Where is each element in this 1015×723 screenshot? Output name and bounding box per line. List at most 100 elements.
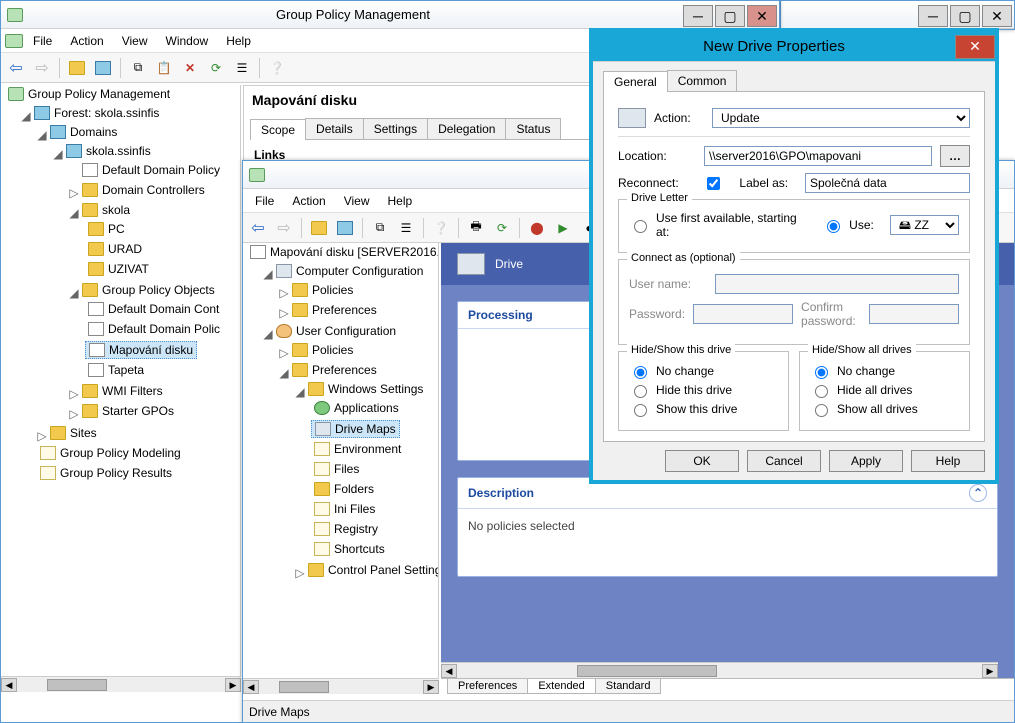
tab-scope[interactable]: Scope xyxy=(250,119,306,140)
gpe-print[interactable]: 🖶 xyxy=(465,217,487,239)
tree-mapdisk[interactable]: Mapování disku xyxy=(109,343,193,357)
ok-button[interactable]: OK xyxy=(665,450,739,472)
tree-pc[interactable]: PC xyxy=(108,222,125,236)
gpe-reg[interactable]: Registry xyxy=(334,522,378,536)
gpe-tree-scrollbar[interactable]: ◀ ▶ xyxy=(243,678,439,694)
bg-minimize-button[interactable]: ─ xyxy=(918,5,948,27)
dlg-tab-common[interactable]: Common xyxy=(667,70,738,91)
expander[interactable]: ◢ xyxy=(295,385,305,399)
action-select[interactable]: Update xyxy=(712,108,970,128)
gpe-files[interactable]: Files xyxy=(334,462,359,476)
labelas-input[interactable] xyxy=(805,173,970,193)
gpe-props[interactable] xyxy=(334,217,356,239)
forward-button[interactable]: ⇨ xyxy=(31,57,53,79)
reconnect-checkbox[interactable] xyxy=(707,177,720,190)
gpe-menu-file[interactable]: File xyxy=(247,192,282,210)
gpe-policies2[interactable]: Policies xyxy=(312,343,353,357)
tree-uzivat[interactable]: UZIVAT xyxy=(108,262,149,276)
tree-gpo[interactable]: Group Policy Objects xyxy=(102,283,215,297)
tree-ddp[interactable]: Default Domain Policy xyxy=(102,163,220,177)
toolbar-paste[interactable]: 📋 xyxy=(153,57,175,79)
nochange-this-radio[interactable] xyxy=(634,366,647,379)
gpe-help[interactable]: ❔ xyxy=(430,217,452,239)
expander[interactable]: ▷ xyxy=(279,306,289,320)
gpe-copy[interactable]: ⧉ xyxy=(369,217,391,239)
scroll-right[interactable]: ▶ xyxy=(225,678,241,692)
tree-wmi[interactable]: WMI Filters xyxy=(102,384,163,398)
tree-gpres[interactable]: Group Policy Results xyxy=(60,466,172,480)
tree-ddpol[interactable]: Default Domain Polic xyxy=(108,322,220,336)
use-first-radio[interactable] xyxy=(634,220,647,233)
tree-skola[interactable]: skola xyxy=(102,203,130,217)
tree-forest[interactable]: Forest: skola.ssinfis xyxy=(54,106,159,120)
gpe-root[interactable]: Mapování disku [SERVER2016.SK xyxy=(270,245,439,259)
gpe-up[interactable] xyxy=(308,217,330,239)
menu-file[interactable]: File xyxy=(25,32,60,50)
location-input[interactable] xyxy=(704,146,932,166)
hide-all-radio[interactable] xyxy=(815,385,828,398)
expander[interactable]: ◢ xyxy=(279,366,289,380)
menu-help[interactable]: Help xyxy=(218,32,259,50)
back-button[interactable]: ⇦ xyxy=(5,57,27,79)
tree-tapeta[interactable]: Tapeta xyxy=(108,363,144,377)
menu-window[interactable]: Window xyxy=(158,32,217,50)
scroll-left[interactable]: ◀ xyxy=(243,680,259,694)
gpe-ini[interactable]: Ini Files xyxy=(334,502,375,516)
gpe-menu-help[interactable]: Help xyxy=(380,192,421,210)
expander[interactable]: ◢ xyxy=(263,327,273,341)
gpe-winset[interactable]: Windows Settings xyxy=(328,382,423,396)
expander[interactable]: ▷ xyxy=(69,407,79,421)
gpe-menu-view[interactable]: View xyxy=(336,192,378,210)
show-all-radio[interactable] xyxy=(815,404,828,417)
expander[interactable]: ◢ xyxy=(263,267,273,281)
gpe-refresh[interactable]: ⟳ xyxy=(491,217,513,239)
tab-delegation[interactable]: Delegation xyxy=(427,118,506,139)
gpe-uconf[interactable]: User Configuration xyxy=(296,324,396,338)
gpmc-close-button[interactable]: ✕ xyxy=(747,5,777,27)
expander[interactable]: ▷ xyxy=(279,286,289,300)
menu-view[interactable]: View xyxy=(114,32,156,50)
toolbar-copy[interactable]: ⧉ xyxy=(127,57,149,79)
gpe-cp[interactable]: Control Panel Setting xyxy=(328,563,439,577)
tree-domain[interactable]: skola.ssinfis xyxy=(86,144,151,158)
gpmc-tree[interactable]: Group Policy Management ◢ Forest: skola.… xyxy=(1,85,241,676)
browse-button[interactable]: … xyxy=(940,145,970,167)
scroll-right[interactable]: ▶ xyxy=(982,664,998,678)
menu-action[interactable]: Action xyxy=(62,32,111,50)
expander[interactable]: ▷ xyxy=(69,186,79,200)
tree-sites[interactable]: Sites xyxy=(70,426,97,440)
tree-root[interactable]: Group Policy Management xyxy=(28,87,170,101)
expander[interactable]: ◢ xyxy=(69,206,79,220)
expander[interactable]: ◢ xyxy=(69,286,79,300)
drive-letter-select[interactable]: 🖴 ZZ xyxy=(890,215,959,235)
tree-dc[interactable]: Domain Controllers xyxy=(102,183,205,197)
tree-starter[interactable]: Starter GPOs xyxy=(102,404,174,418)
gpmc-maximize-button[interactable]: ▢ xyxy=(715,5,745,27)
expander[interactable] xyxy=(69,166,79,180)
tree-domains[interactable]: Domains xyxy=(70,125,117,139)
toolbar-delete[interactable]: ✕ xyxy=(179,57,201,79)
toolbar-btn-1[interactable] xyxy=(66,57,88,79)
scroll-thumb[interactable] xyxy=(47,679,107,691)
cancel-button[interactable]: Cancel xyxy=(747,450,821,472)
toolbar-refresh[interactable]: ⟳ xyxy=(205,57,227,79)
help-button[interactable]: Help xyxy=(911,450,985,472)
gpe-drivemaps[interactable]: Drive Maps xyxy=(335,422,396,436)
use-radio[interactable] xyxy=(827,220,840,233)
collapse-icon[interactable]: ⌃ xyxy=(969,484,987,502)
gpe-play[interactable]: ▶ xyxy=(552,217,574,239)
expander[interactable]: ◢ xyxy=(21,109,31,123)
gpe-env[interactable]: Environment xyxy=(334,442,401,456)
gpe-forward[interactable]: ⇨ xyxy=(273,217,295,239)
tab-details[interactable]: Details xyxy=(305,118,364,139)
toolbar-btn-2[interactable] xyxy=(92,57,114,79)
scroll-thumb[interactable] xyxy=(577,665,717,677)
expander[interactable]: ▷ xyxy=(69,387,79,401)
tree-urad[interactable]: URAD xyxy=(108,242,142,256)
blue-scrollbar[interactable]: ◀ ▶ xyxy=(441,662,998,678)
bg-close-button[interactable]: ✕ xyxy=(982,5,1012,27)
gpe-stop[interactable]: ⬤ xyxy=(526,217,548,239)
gpe-back[interactable]: ⇦ xyxy=(247,217,269,239)
gpe-tree[interactable]: Mapování disku [SERVER2016.SK ◢ Computer… xyxy=(243,243,439,678)
scroll-left[interactable]: ◀ xyxy=(1,678,17,692)
